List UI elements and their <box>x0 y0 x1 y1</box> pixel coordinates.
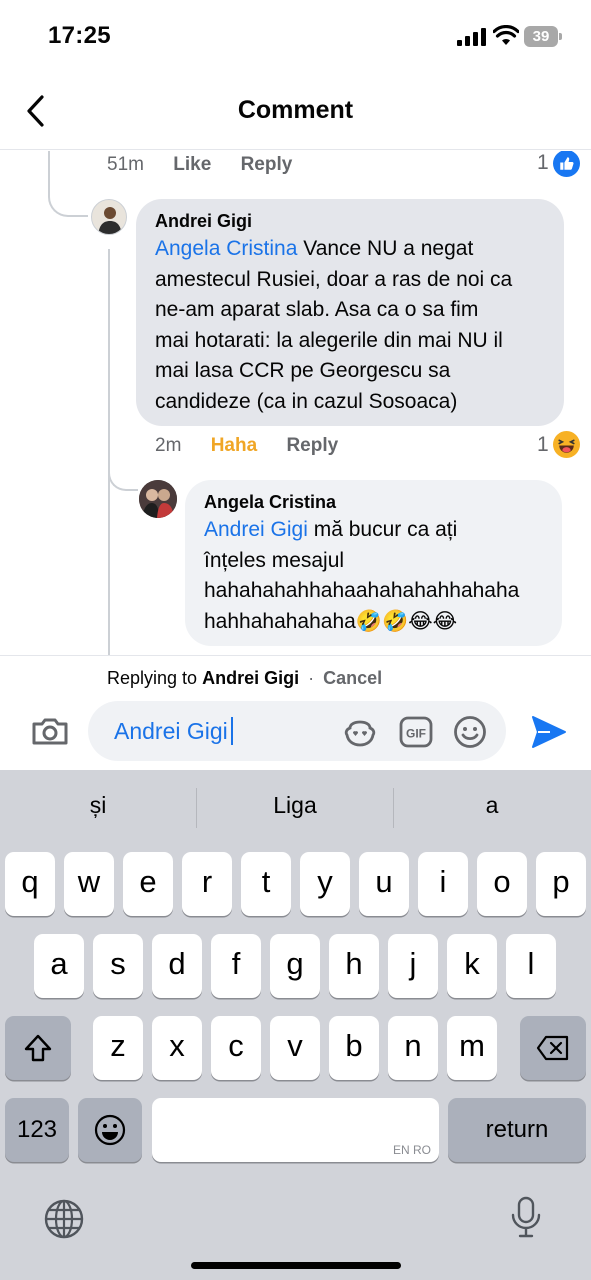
key-w[interactable]: w <box>64 852 114 916</box>
globe-icon[interactable] <box>42 1197 86 1241</box>
comment-author[interactable]: Angela Cristina <box>204 492 543 513</box>
replying-to-label: Replying to <box>107 668 198 688</box>
comment-text: Angela Cristina Vance NU a negat amestec… <box>155 237 513 413</box>
microphone-icon[interactable] <box>509 1195 543 1239</box>
shift-key[interactable] <box>5 1016 71 1080</box>
reaction-count: 1 <box>537 433 549 456</box>
key-f[interactable]: f <box>211 934 261 998</box>
key-l[interactable]: l <box>506 934 556 998</box>
comment-bubble[interactable]: Andrei Gigi Angela Cristina Vance NU a n… <box>136 199 564 426</box>
like-button[interactable]: Like <box>173 154 211 175</box>
comments-list: 51m Like Reply 1 Andrei Gigi Angela Cris… <box>0 151 591 655</box>
key-k[interactable]: k <box>447 934 497 998</box>
key-h[interactable]: h <box>329 934 379 998</box>
key-i[interactable]: i <box>418 852 468 916</box>
reaction-count: 1 <box>537 151 549 174</box>
return-key[interactable]: return <box>448 1098 586 1162</box>
key-g[interactable]: g <box>270 934 320 998</box>
send-icon[interactable] <box>530 714 568 750</box>
thread-line <box>108 451 138 491</box>
comment-bubble[interactable]: Angela Cristina Andrei Gigi mă bucur ca … <box>185 480 562 646</box>
key-p[interactable]: p <box>536 852 586 916</box>
key-t[interactable]: t <box>241 852 291 916</box>
key-s[interactable]: s <box>93 934 143 998</box>
emoji-keyboard-key[interactable] <box>78 1098 142 1162</box>
page-title: Comment <box>237 96 354 124</box>
comment-input-text[interactable]: Andrei Gigi <box>114 717 233 745</box>
comment-time: 2m <box>155 435 182 456</box>
status-bar: 17:25 39 <box>0 0 591 72</box>
cancel-reply-button[interactable]: Cancel <box>323 668 382 688</box>
mention-link[interactable]: Andrei Gigi <box>204 518 308 541</box>
key-o[interactable]: o <box>477 852 527 916</box>
key-n[interactable]: n <box>388 1016 438 1080</box>
status-time: 17:25 <box>48 22 111 49</box>
suggestion-3[interactable]: a <box>394 792 590 819</box>
user-photo-icon <box>139 480 177 518</box>
keyboard: și Liga a q w e r t y u i o p a s d f g … <box>0 770 591 1280</box>
key-e[interactable]: e <box>123 852 173 916</box>
avatar[interactable] <box>139 480 177 518</box>
avatar[interactable] <box>91 199 127 235</box>
thread-line <box>48 151 88 217</box>
replying-to-banner: Replying to Andrei Gigi · Cancel <box>107 668 382 689</box>
emoji-icon <box>94 1114 126 1146</box>
key-r[interactable]: r <box>182 852 232 916</box>
battery-icon: 39 <box>524 26 562 47</box>
home-indicator[interactable] <box>191 1262 401 1269</box>
key-a[interactable]: a <box>34 934 84 998</box>
reply-button[interactable]: Reply <box>286 435 338 456</box>
comment-actions: 2m Haha Reply <box>155 435 362 457</box>
battery-level: 39 <box>532 28 550 45</box>
svg-text:GIF: GIF <box>406 727 426 741</box>
reply-composer: Replying to Andrei Gigi · Cancel Andrei … <box>0 655 591 770</box>
camera-icon[interactable] <box>30 713 70 749</box>
gif-icon[interactable]: GIF <box>398 714 434 750</box>
haha-reaction-button[interactable]: Haha <box>211 435 257 456</box>
space-key[interactable]: EN RO <box>152 1098 439 1162</box>
key-j[interactable]: j <box>388 934 438 998</box>
user-photo-icon <box>98 207 122 234</box>
key-c[interactable]: c <box>211 1016 261 1080</box>
key-y[interactable]: y <box>300 852 350 916</box>
keyboard-language-hint: EN RO <box>392 1143 431 1157</box>
comment-author[interactable]: Andrei Gigi <box>155 211 545 232</box>
key-m[interactable]: m <box>447 1016 497 1080</box>
key-u[interactable]: u <box>359 852 409 916</box>
key-z[interactable]: z <box>93 1016 143 1080</box>
reply-button[interactable]: Reply <box>241 154 293 175</box>
shift-icon <box>24 1034 52 1062</box>
replying-to-name: Andrei Gigi <box>202 668 300 688</box>
separator: · <box>308 668 315 688</box>
cellular-signal-icon <box>457 28 487 46</box>
key-d[interactable]: d <box>152 934 202 998</box>
key-q[interactable]: q <box>5 852 55 916</box>
header: Comment <box>0 72 591 150</box>
key-x[interactable]: x <box>152 1016 202 1080</box>
comment-input[interactable]: Andrei Gigi GIF <box>88 701 506 761</box>
backspace-key[interactable] <box>520 1016 586 1080</box>
mention-link[interactable]: Angela Cristina <box>155 237 297 260</box>
key-v[interactable]: v <box>270 1016 320 1080</box>
suggestion-2[interactable]: Liga <box>197 792 393 819</box>
haha-icon <box>553 431 580 458</box>
comment-actions: 51m Like Reply <box>107 154 316 176</box>
comment-time: 51m <box>107 154 144 175</box>
suggestion-1[interactable]: și <box>0 792 196 819</box>
backspace-icon <box>536 1035 569 1061</box>
numbers-key[interactable]: 123 <box>5 1098 69 1162</box>
key-b[interactable]: b <box>329 1016 379 1080</box>
comment-text: Andrei Gigi mă bucur ca ați înțeles mesa… <box>204 518 520 633</box>
like-icon <box>553 151 580 177</box>
emoji-icon[interactable] <box>452 714 488 750</box>
avatar-sticker-icon[interactable] <box>342 714 378 750</box>
wifi-icon <box>493 25 519 45</box>
